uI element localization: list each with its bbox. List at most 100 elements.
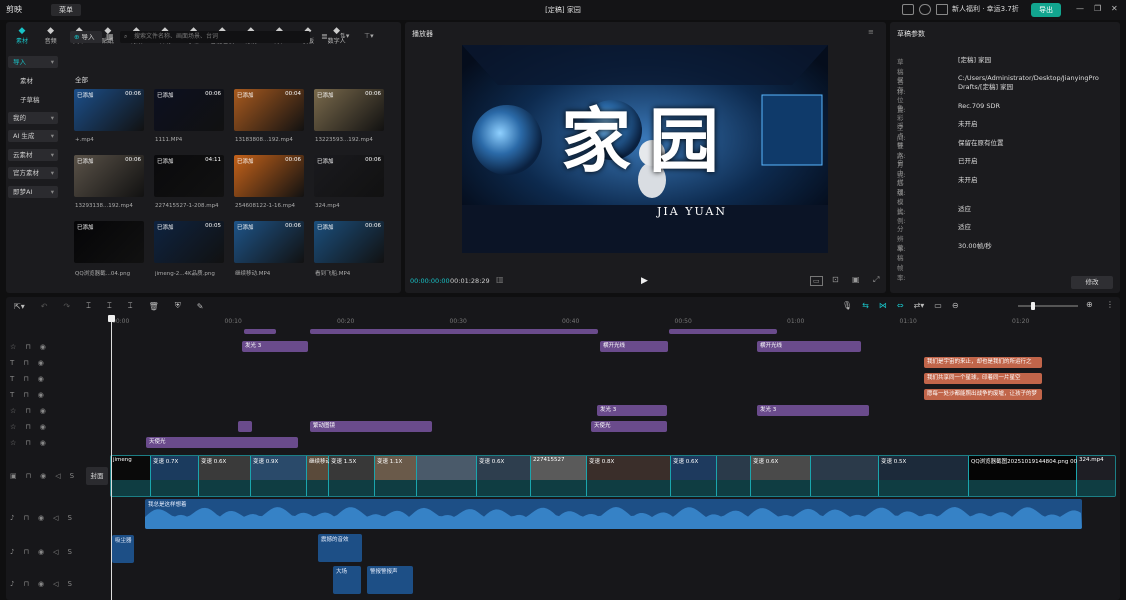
video-segment[interactable] (417, 456, 477, 496)
eye-icon[interactable]: ◉ (38, 548, 44, 556)
zoom-in-icon[interactable]: ⊕ (1086, 300, 1093, 309)
video-segment[interactable]: 变速 0.6X (199, 456, 251, 496)
media-thumbnail[interactable]: 已添加 00:06 (234, 155, 304, 197)
media-thumbnail[interactable]: 已添加 00:06 (154, 89, 224, 131)
sidebar-item-3[interactable]: 我的 (8, 112, 58, 124)
effect-clip[interactable]: 繁动图镜 (310, 421, 432, 432)
lock-icon[interactable]: ⊓ (23, 580, 28, 588)
sfx-clip[interactable]: 吸尘器 (112, 535, 134, 563)
shield-icon[interactable]: ⛨ (175, 301, 181, 311)
sort-icon[interactable]: ⇅▾ (340, 32, 349, 40)
mic-icon[interactable]: 🎙 (842, 301, 852, 310)
lock-icon[interactable]: ⊓ (26, 472, 31, 480)
edit-icon[interactable]: ✎ (197, 302, 204, 311)
eye-icon[interactable]: ◉ (38, 375, 44, 383)
sidebar-item-1[interactable]: 素材 (8, 75, 58, 87)
tab-audio[interactable]: ◆ 音频 (39, 26, 63, 45)
effect-clip[interactable]: 横开光线 (757, 341, 861, 352)
snap-icon[interactable]: ⇄▾ (914, 301, 925, 310)
effect-clip-partial[interactable] (244, 329, 276, 334)
zoom-out-icon[interactable]: ⊖ (952, 301, 959, 310)
sfx-clip[interactable]: 大场 (333, 566, 361, 594)
lock-icon[interactable]: ⊓ (25, 439, 30, 447)
export-button[interactable]: 导出 (1031, 3, 1061, 17)
video-segment[interactable]: 324.mp4 (1077, 456, 1115, 496)
video-segment[interactable]: 变速 0.6X (671, 456, 717, 496)
split-left-icon[interactable]: ⌶ (107, 301, 112, 311)
sidebar-item-7[interactable]: 即梦AI (8, 186, 58, 198)
maximize-icon[interactable]: ❐ (1094, 4, 1101, 13)
sidebar-item-5[interactable]: 云素材 (8, 149, 58, 161)
video-segment[interactable]: 变速 1.1X (375, 456, 417, 496)
sidebar-item-6[interactable]: 官方素材 (8, 167, 58, 179)
grid-view-icon[interactable]: ▦ (106, 32, 114, 41)
settings-icon[interactable] (936, 4, 948, 15)
text-clip[interactable]: 我们共享同一个星球，印着同一片星空 (924, 373, 1042, 384)
effect-clip-partial[interactable] (310, 329, 598, 334)
video-segment[interactable]: QQ浏览器截图20251019144804.png 00:00:14:28 (969, 456, 1104, 496)
cover-button[interactable]: 封面 (86, 467, 108, 485)
text-clip[interactable]: 我们是宇宙的来止，却也是我们的所运行之 (924, 357, 1042, 368)
playhead-handle[interactable] (108, 315, 115, 322)
video-segment[interactable]: 变速 0.8X (587, 456, 671, 496)
import-button[interactable]: ⊕ 导入 (70, 31, 102, 43)
video-segment[interactable] (811, 456, 879, 496)
search-input[interactable]: ⌕ 搜索文件名称、画面场景、台词 (120, 31, 310, 43)
eye-icon[interactable]: ◉ (40, 472, 46, 480)
media-thumbnail[interactable]: 已添加 (74, 221, 144, 263)
video-segment[interactable]: 变速 0.6X (477, 456, 531, 496)
layout-icon[interactable] (919, 4, 931, 15)
eye-icon[interactable]: ◉ (40, 423, 46, 431)
player-menu-icon[interactable]: ≡ (868, 28, 874, 36)
media-thumbnail[interactable]: 已添加 00:06 (234, 221, 304, 263)
solo-icon[interactable]: S (70, 472, 74, 480)
video-segment[interactable]: 变速 0.9X (251, 456, 307, 496)
playhead[interactable] (111, 316, 112, 600)
promo-badge[interactable]: 新人福利 · 幸运3.7折 (952, 4, 1019, 14)
eye-icon[interactable]: ◉ (38, 514, 44, 522)
effect-clip-partial[interactable] (669, 329, 777, 334)
split-icon[interactable]: ⌶ (86, 301, 91, 311)
modify-button[interactable]: 修改 (1071, 276, 1113, 289)
speaker-icon[interactable]: ◁ (53, 580, 58, 588)
tab-media[interactable]: ◆ 素材 (10, 26, 34, 45)
main-video-track[interactable]: jimeng 变速 0.7X 变速 0.6X 变速 0.9X 继续移动 变速 1.5X 变速… (110, 455, 1116, 497)
effect-clip[interactable]: 天使光 (591, 421, 667, 432)
speaker-icon[interactable]: ◁ (53, 514, 58, 522)
eye-icon[interactable]: ◉ (40, 343, 46, 351)
media-thumbnail[interactable]: 已添加 00:06 (314, 221, 384, 263)
audio-main-clip[interactable]: 我总是这样想着 (145, 499, 1082, 529)
link-icon[interactable]: ⇆ (862, 301, 869, 310)
waveform-icon[interactable]: ▥ (496, 275, 504, 284)
sidebar-item-0[interactable]: 导入 (8, 56, 58, 68)
split-right-icon[interactable]: ⌶ (128, 301, 133, 311)
play-button[interactable]: ▶ (641, 276, 648, 286)
magnet-icon[interactable]: ⋈ (879, 301, 887, 310)
solo-icon[interactable]: S (67, 514, 71, 522)
media-thumbnail[interactable]: 已添加 00:06 (74, 155, 144, 197)
player-preview[interactable]: 家园 JIA YUAN (462, 45, 828, 253)
video-segment[interactable]: 变速 1.5X (329, 456, 375, 496)
video-segment[interactable]: 227415527 (531, 456, 587, 496)
video-segment[interactable]: 变速 0.5X (879, 456, 969, 496)
lock-icon[interactable]: ⊓ (23, 514, 28, 522)
select-tool-icon[interactable]: ⇱▾ (14, 302, 25, 311)
preview-axis-icon[interactable]: ⇔ (897, 301, 904, 310)
effect-clip[interactable]: 发光 3 (242, 341, 308, 352)
media-thumbnail[interactable]: 已添加 00:06 (314, 155, 384, 197)
eye-icon[interactable]: ◉ (40, 407, 46, 415)
delete-icon[interactable]: 🗑 (149, 302, 159, 311)
ratio-icon[interactable]: ▭ (810, 276, 823, 286)
effect-clip[interactable] (238, 421, 252, 432)
lock-icon[interactable]: ⊓ (23, 375, 28, 383)
effect-clip[interactable]: 天使光 (146, 437, 298, 448)
sfx-clip[interactable]: 震撼的音效 (318, 534, 362, 562)
video-segment[interactable] (717, 456, 751, 496)
filter-icon[interactable]: ⊤▾ (364, 32, 374, 40)
screenshot-icon[interactable]: ⊡ (832, 275, 839, 284)
video-segment[interactable]: 变速 0.6X (751, 456, 811, 496)
lock-icon[interactable]: ⊓ (25, 423, 30, 431)
effect-clip[interactable]: 横开光线 (600, 341, 668, 352)
sidebar-item-2[interactable]: 子草稿 (8, 94, 58, 106)
minimize-icon[interactable]: — (1076, 4, 1084, 13)
